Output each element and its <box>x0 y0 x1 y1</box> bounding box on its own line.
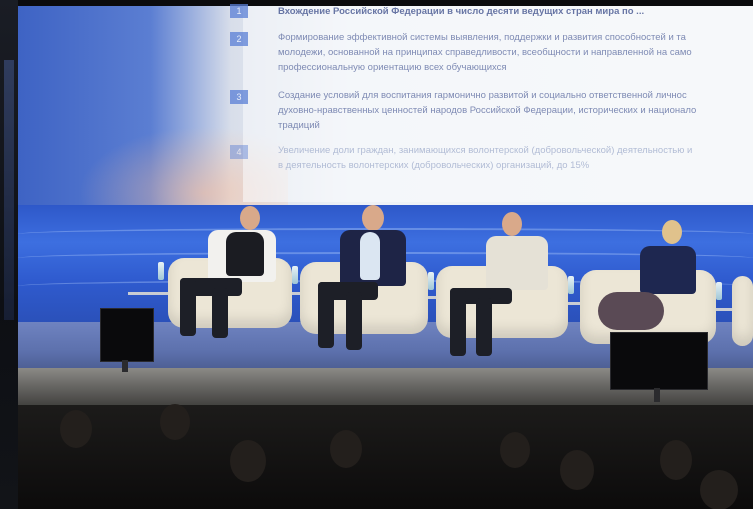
slide-item-text: Формирование эффективной системы выявлен… <box>278 32 686 43</box>
speaker-head <box>362 205 384 231</box>
speaker-jacket <box>486 236 548 290</box>
audience-head <box>160 404 190 440</box>
water-bottle <box>568 276 574 294</box>
speaker-leg <box>180 278 196 336</box>
slide-item-number: 2 <box>230 32 248 46</box>
slide-item-text-line3: профессиональную ориентацию всех обучающ… <box>278 62 507 73</box>
speaker-vest <box>226 232 264 276</box>
photo-frame: 1 Вхождение Российской Федерации в число… <box>0 0 753 509</box>
slide-item-number: 3 <box>230 90 248 104</box>
slide-item-text: Вхождение Российской Федерации в число д… <box>278 6 645 17</box>
speaker-head <box>240 206 260 230</box>
speaker-head <box>502 212 522 236</box>
audience-head <box>560 450 594 490</box>
monitor-stand <box>122 360 128 372</box>
speaker-head <box>662 220 682 244</box>
side-table <box>128 292 168 295</box>
slide-item-text-line2: молодежи, основанной на принципах справе… <box>278 47 692 58</box>
speaker-jacket <box>640 246 696 294</box>
audience-head <box>60 410 92 448</box>
slide-item-text-line3: традиций <box>278 120 320 131</box>
speaker-shirt <box>360 232 380 280</box>
left-edge-strip <box>0 0 18 509</box>
audience-head <box>500 432 530 468</box>
speaker-skirt <box>598 292 664 330</box>
audience-head <box>660 440 692 480</box>
speaker-leg <box>318 282 334 348</box>
armchair <box>732 276 753 346</box>
water-bottle <box>428 272 434 290</box>
side-screen-glint <box>4 60 14 320</box>
slide-item-text-line2: духовно-нравственных ценностей народов Р… <box>278 105 697 116</box>
water-bottle <box>158 262 164 280</box>
stage-monitor <box>610 332 708 390</box>
audience-head <box>700 470 738 509</box>
audience-area <box>18 405 753 509</box>
slide-item-text: Увеличение доли граждан, занимающихся во… <box>278 145 693 156</box>
speaker-leg <box>346 292 362 350</box>
slide-item-text: Создание условий для воспитания гармонич… <box>278 90 687 101</box>
monitor-stand <box>654 388 660 402</box>
slide-item-number: 1 <box>230 4 248 18</box>
stage-monitor <box>100 308 154 362</box>
water-bottle <box>716 282 722 300</box>
slide-item-number: 4 <box>230 145 248 159</box>
speaker-leg <box>476 298 492 356</box>
speaker-leg <box>450 288 466 356</box>
audience-head <box>230 440 266 482</box>
water-bottle <box>292 266 298 284</box>
slide-item-text-line2: в деятельность волонтерских (добровольче… <box>278 160 590 171</box>
audience-head <box>330 430 362 468</box>
speaker-leg <box>212 288 228 338</box>
